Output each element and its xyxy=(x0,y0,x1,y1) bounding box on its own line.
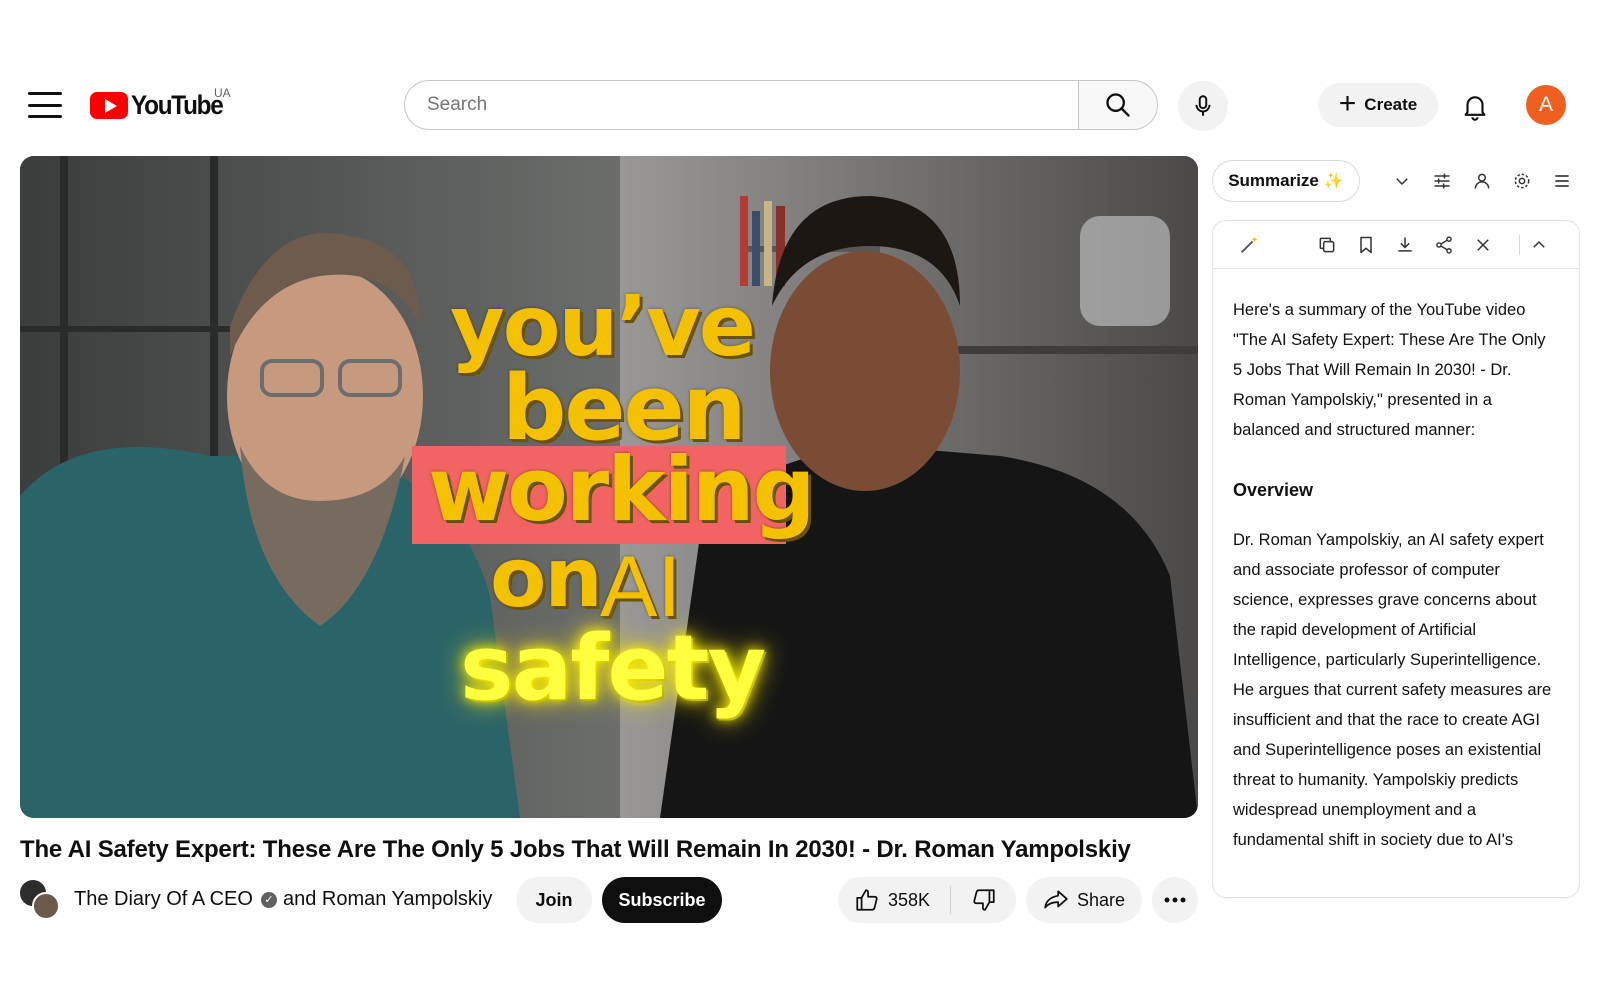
summary-overview-text: Dr. Roman Yampolskiy, an AI safety exper… xyxy=(1233,531,1552,849)
share-label: Share xyxy=(1076,889,1126,910)
sparkle-icon: ✨ xyxy=(1323,173,1344,190)
list-menu-icon[interactable] xyxy=(1550,169,1574,193)
thumbnail-line-5: safety xyxy=(460,616,766,721)
summary-intro: Here's a summary of the YouTube video "T… xyxy=(1233,301,1546,439)
share-nodes-icon[interactable] xyxy=(1432,233,1456,257)
microphone-icon xyxy=(1195,95,1211,116)
channel-name-primary[interactable]: The Diary Of A CEO xyxy=(74,888,253,911)
bell-icon xyxy=(1464,96,1486,121)
search-input[interactable] xyxy=(427,94,1088,116)
summary-heading-overview: Overview xyxy=(1233,480,1314,500)
channel-names[interactable]: The Diary Of A CEO ✓ and Roman Yampolski… xyxy=(74,888,492,911)
thumbnail-line-4a: on xyxy=(490,531,603,626)
search-box xyxy=(404,80,1088,130)
verified-check-icon: ✓ xyxy=(260,891,277,908)
summarize-label: Summarize xyxy=(1228,171,1319,190)
gear-icon[interactable] xyxy=(1510,169,1534,193)
share-arrow-icon xyxy=(1044,890,1068,909)
logo-text: YouTube xyxy=(131,89,224,120)
summary-panel: Here's a summary of the YouTube video "T… xyxy=(1212,220,1580,898)
search-icon xyxy=(1106,93,1130,117)
video-meta-row: The Diary Of A CEO ✓ and Roman Yampolski… xyxy=(18,874,1200,926)
channel-avatars[interactable] xyxy=(18,878,62,920)
thumbnail-line-3: working xyxy=(428,438,815,541)
copy-icon[interactable] xyxy=(1315,233,1339,257)
search-button[interactable] xyxy=(1078,80,1158,130)
summary-extension-toolbar: Summarize ✨ xyxy=(1212,160,1590,204)
hamburger-menu-icon[interactable] xyxy=(28,92,62,118)
close-icon[interactable] xyxy=(1471,233,1495,257)
summary-panel-toolbar xyxy=(1213,221,1579,269)
voice-search-button[interactable] xyxy=(1178,81,1228,131)
youtube-play-icon xyxy=(90,91,128,119)
thumbs-down-icon xyxy=(972,889,995,911)
summary-content: Here's a summary of the YouTube video "T… xyxy=(1213,269,1579,855)
chevron-up-icon[interactable] xyxy=(1527,233,1551,257)
share-button[interactable]: Share xyxy=(1026,877,1142,923)
like-count: 358K xyxy=(888,889,931,910)
like-button[interactable]: 358K xyxy=(838,877,950,923)
logo-region-code: UA xyxy=(214,86,231,100)
notifications-button[interactable] xyxy=(1455,86,1495,126)
more-horizontal-icon xyxy=(1164,897,1186,903)
masthead: YouTube UA + Create A xyxy=(0,0,1600,150)
divider xyxy=(1519,235,1520,255)
channel-connector: and xyxy=(282,888,317,910)
summarize-button[interactable]: Summarize ✨ xyxy=(1212,160,1360,202)
sliders-icon[interactable] xyxy=(1430,169,1454,193)
youtube-logo[interactable]: YouTube xyxy=(90,88,233,122)
person-icon[interactable] xyxy=(1470,169,1494,193)
thumbs-up-icon xyxy=(856,889,878,911)
account-avatar[interactable]: A xyxy=(1526,85,1566,125)
channel-name-secondary[interactable]: Roman Yampolskiy xyxy=(322,888,492,911)
video-player[interactable]: you’ve been working on AI safety xyxy=(20,156,1198,818)
more-actions-button[interactable] xyxy=(1152,877,1198,923)
like-dislike-group: 358K xyxy=(838,877,1016,923)
avatar xyxy=(32,892,60,920)
bookmark-icon[interactable] xyxy=(1354,233,1378,257)
download-icon[interactable] xyxy=(1393,233,1417,257)
video-title: The AI Safety Expert: These Are The Only… xyxy=(20,836,1131,863)
create-button[interactable]: + Create xyxy=(1318,83,1438,127)
create-label: Create xyxy=(1364,95,1418,114)
magic-wand-icon[interactable] xyxy=(1237,233,1261,257)
plus-icon: + xyxy=(1338,86,1357,120)
chevron-down-icon[interactable] xyxy=(1390,169,1414,193)
subscribe-button[interactable]: Subscribe xyxy=(602,877,722,923)
thumbnail-overlay-text: you’ve been working on AI safety xyxy=(20,156,1198,818)
join-button[interactable]: Join xyxy=(516,877,592,923)
dislike-button[interactable] xyxy=(951,877,1016,923)
